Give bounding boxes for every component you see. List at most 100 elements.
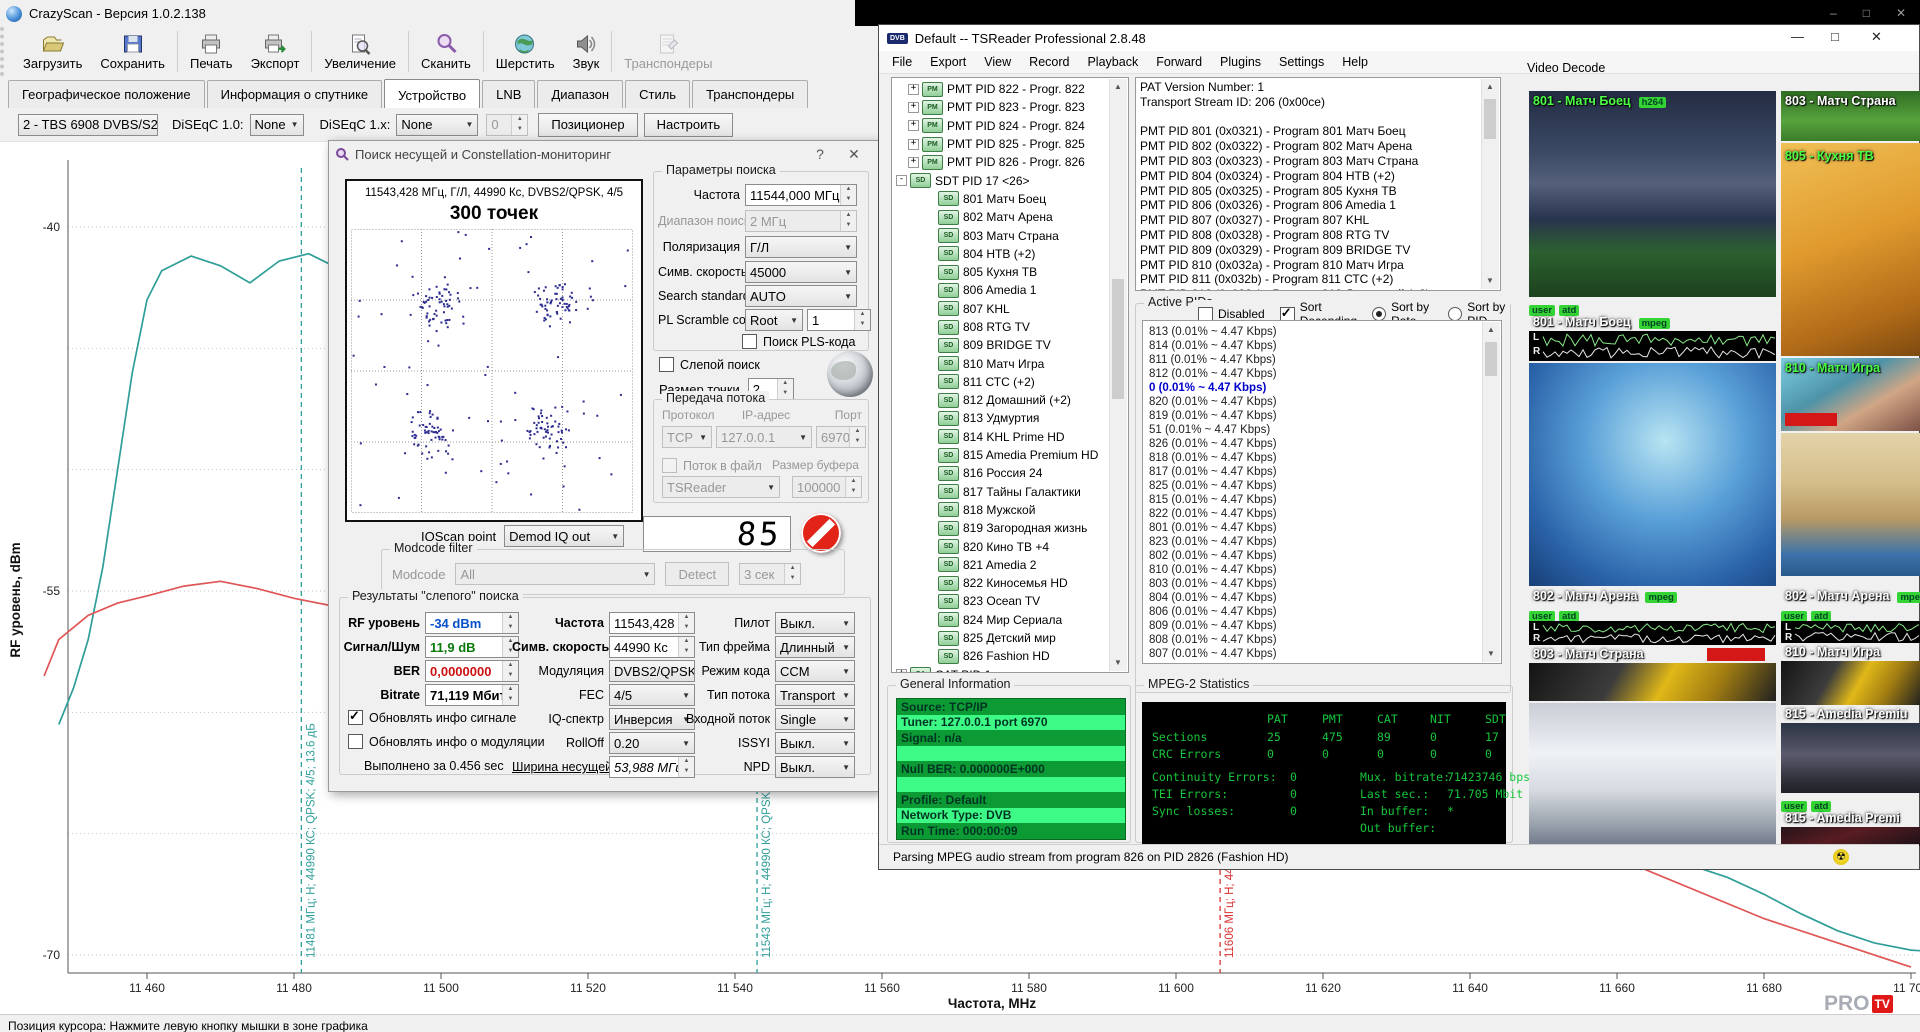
tree-item[interactable]: +PMPMT PID 824 - Progr. 824 [894,117,1110,135]
result1-3-spinner[interactable]: 0,0000000▲▼ [425,660,519,682]
tsreader-maximize-icon[interactable]: □ [1831,29,1839,44]
pid-row[interactable]: 812 (0.01% ~ 4.47 Kbps) [1149,367,1495,381]
tree-item[interactable]: SD825 Детский мир [894,629,1110,647]
tree-item[interactable]: SD805 Кухня ТВ [894,263,1110,281]
pid-row[interactable]: 811 (0.01% ~ 4.47 Kbps) [1149,353,1495,367]
menu-view[interactable]: View [975,55,1020,69]
pid-row[interactable]: 807 (0.01% ~ 4.47 Kbps) [1149,647,1495,661]
pid-row[interactable]: 808 (0.01% ~ 4.47 Kbps) [1149,633,1495,647]
update-modulation-info-checkbox[interactable] [348,734,363,749]
spin-down-icon[interactable]: ▼ [778,389,793,399]
toolbar-button-zoomdoc[interactable]: Увеличение [315,27,405,76]
menu-help[interactable]: Help [1333,55,1377,69]
tab-3[interactable]: Устройство [384,79,480,109]
pid-tree[interactable]: +PMPMT PID 822 - Progr. 822+PMPMT PID 82… [891,77,1129,673]
spin-down-icon[interactable]: ▼ [841,221,856,231]
pids-scrollbar[interactable]: ▲ ▼ [1482,322,1500,662]
toolbar-button-web[interactable]: Шерстить [487,27,564,76]
scroll-down-icon[interactable]: ▼ [1482,273,1498,289]
detect-interval-spinner[interactable]: 3 сек▲▼ [739,563,801,585]
tuner-select[interactable]: 2 - TBS 6908 DVBS/S2 Tuner 0▼ [18,114,158,136]
result3-7-select[interactable]: Выкл.▼ [775,756,855,778]
pid-row[interactable]: 814 (0.01% ~ 4.47 Kbps) [1149,339,1495,353]
tree-item[interactable]: +PMPMT PID 823 - Progr. 823 [894,98,1110,116]
spinner-arrows[interactable]: ▲▼ [840,185,856,205]
result2-4-select[interactable]: 4/5▼ [609,684,695,706]
iqscan-select[interactable]: Demod IQ out▼ [504,525,624,547]
position-spinner[interactable]: 0▲▼ [486,114,528,136]
toolbar-button-export[interactable]: Экспорт [242,27,309,76]
tree-item[interactable]: SD801 Матч Боец [894,190,1110,208]
stop-icon[interactable] [801,513,841,553]
param-2-spinner[interactable]: 2 МГц▲▼ [745,210,857,232]
pid-row[interactable]: 815 (0.01% ~ 4.47 Kbps) [1149,493,1495,507]
toolbar-button-save[interactable]: Сохранить [91,27,174,76]
active-pids-list[interactable]: 813 (0.01% ~ 4.47 Kbps)814 (0.01% ~ 4.47… [1142,320,1502,664]
tree-item[interactable]: SD823 Ocean TV [894,592,1110,610]
toolbar-button-sound[interactable]: Звук [564,27,609,76]
tree-item[interactable]: +PMPMT PID 825 - Progr. 825 [894,135,1110,153]
pid-row[interactable]: 813 (0.01% ~ 4.47 Kbps) [1149,325,1495,339]
result3-3-select[interactable]: CCM▼ [775,660,855,682]
result3-1-select[interactable]: Выкл.▼ [775,612,855,634]
tree-item[interactable]: SD811 СТС (+2) [894,373,1110,391]
tree-item[interactable]: SD818 Мужской [894,501,1110,519]
spin-down-icon[interactable]: ▼ [679,767,694,777]
sort-by-rate-radio[interactable] [1372,307,1386,321]
pid-row[interactable]: 822 (0.01% ~ 4.47 Kbps) [1149,507,1495,521]
result3-2-select[interactable]: Длинный▼ [775,636,855,658]
tab-4[interactable]: LNB [482,80,535,108]
tree-item[interactable]: -SDSDT PID 17 <26> [894,171,1110,189]
spinner-arrows[interactable]: ▲▼ [854,310,870,330]
tree-item[interactable]: SD809 BRIDGE TV [894,336,1110,354]
pid-row[interactable]: 818 (0.01% ~ 4.47 Kbps) [1149,451,1495,465]
scroll-up-icon[interactable]: ▲ [1482,79,1498,95]
carrier-width-spinner[interactable]: 53,988 МГц▲▼ [609,756,695,778]
expand-icon[interactable]: + [908,84,919,95]
spin-down-icon[interactable]: ▼ [850,437,865,447]
pid-row[interactable]: 826 (0.01% ~ 4.47 Kbps) [1149,437,1495,451]
close-icon[interactable]: ✕ [1896,6,1906,20]
diseqc1x-select[interactable]: None▼ [396,114,478,136]
spin-up-icon[interactable]: ▲ [512,115,527,125]
pid-row[interactable]: 825 (0.01% ~ 4.47 Kbps) [1149,479,1495,493]
tree-item[interactable]: SD817 Тайны Галактики [894,483,1110,501]
pid-row[interactable]: 820 (0.01% ~ 4.47 Kbps) [1149,395,1495,409]
tree-item[interactable]: SD815 Amedia Premium HD [894,446,1110,464]
tab-2[interactable]: Информация о спутнике [207,80,383,108]
tree-scrollbar[interactable]: ▲ ▼ [1109,79,1127,671]
tree-item[interactable]: +PMPMT PID 822 - Progr. 822 [894,80,1110,98]
param-1-spinner[interactable]: 11544,000 МГц▲▼ [745,184,857,206]
blind-search[interactable]: Слепой поиск [659,357,760,372]
stream-to-file-checkbox[interactable] [662,458,677,473]
menu-export[interactable]: Export [921,55,975,69]
toolbar-button-open[interactable]: Загрузить [14,27,91,76]
pid-row[interactable]: 801 (0.01% ~ 4.47 Kbps) [1149,521,1495,535]
protocol-select[interactable]: TCP▼ [662,426,712,448]
toolbar-button-pad[interactable]: Транспондеры [615,27,721,76]
spinner-arrows[interactable]: ▲▼ [849,427,865,447]
maximize-icon[interactable]: □ [1863,6,1870,20]
result2-6-select[interactable]: 0.20▼ [609,732,695,754]
scroll-up-icon[interactable]: ▲ [1483,322,1499,338]
result3-6-select[interactable]: Выкл.▼ [775,732,855,754]
minimize-icon[interactable]: – [1830,6,1837,20]
result3-4-select[interactable]: Transport▼ [775,684,855,706]
spin-up-icon[interactable]: ▲ [679,757,694,767]
tree-item[interactable]: SD821 Amedia 2 [894,556,1110,574]
tree-item[interactable]: SD808 RTG TV [894,318,1110,336]
pid-row[interactable]: 810 (0.01% ~ 4.47 Kbps) [1149,563,1495,577]
positioner-button[interactable]: Позиционер [538,113,637,137]
pls-search[interactable]: Поиск PLS-кода [742,334,855,349]
tab-6[interactable]: Стиль [625,80,690,108]
menu-record[interactable]: Record [1020,55,1078,69]
result1-4-spinner[interactable]: 71,119 Мбит▲▼ [425,684,519,706]
tree-item[interactable]: SD804 НТВ (+2) [894,245,1110,263]
expand-icon[interactable]: + [908,139,919,150]
spin-up-icon[interactable]: ▲ [841,185,856,195]
expand-icon[interactable]: + [908,120,919,131]
consumer-select[interactable]: TSReader▼ [662,476,780,498]
expand-icon[interactable]: + [908,157,919,168]
port-spinner[interactable]: 6970▲▼ [816,426,866,448]
result1-1-spinner[interactable]: -34 dBm▲▼ [425,612,519,634]
